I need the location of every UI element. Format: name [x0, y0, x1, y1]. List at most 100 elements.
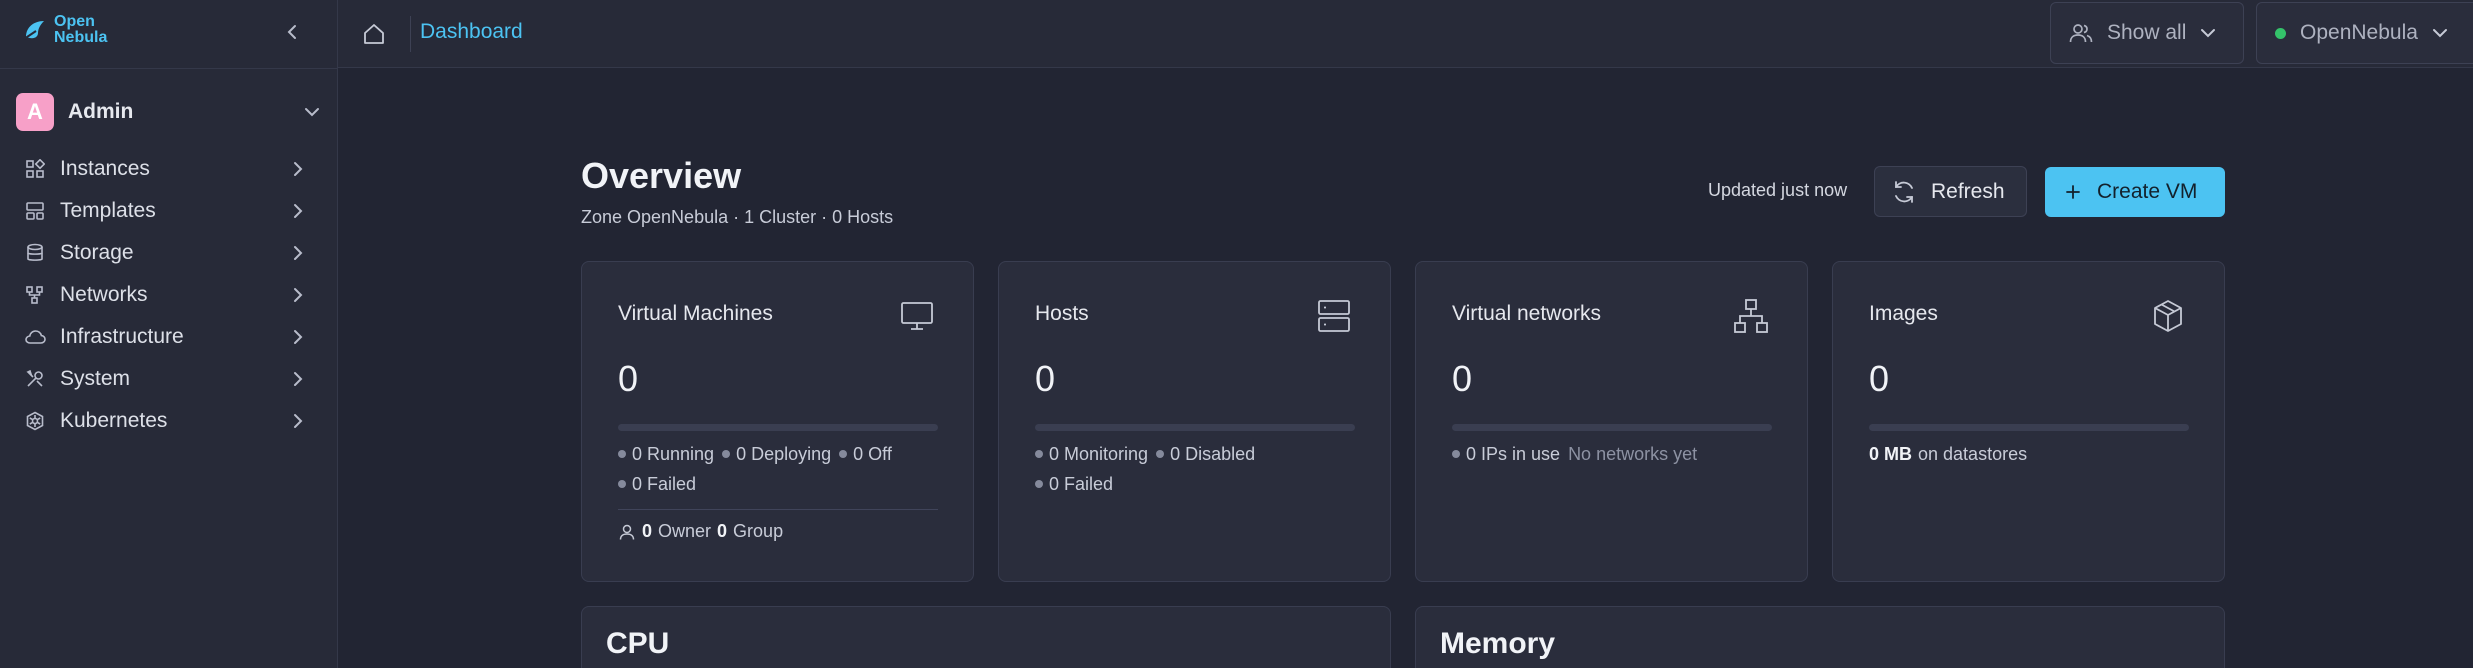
- breadcrumb-divider: [410, 16, 411, 52]
- chevron-right-icon: [288, 369, 308, 389]
- chevron-right-icon: [288, 411, 308, 431]
- stat-text: 0 Failed: [1049, 474, 1114, 494]
- chevron-down-icon: [2201, 29, 2216, 38]
- card-divider: [618, 509, 938, 510]
- sidebar-item-label: Kubernetes: [60, 409, 168, 432]
- breadcrumb-dashboard[interactable]: Dashboard: [420, 20, 523, 44]
- stat-ips-in-use: 0 IPs in use: [1452, 442, 1560, 466]
- stat-failed: 0 Failed: [1035, 472, 1365, 496]
- card-title: Images: [1869, 302, 1938, 325]
- logo-text-open: Open: [54, 13, 95, 30]
- user-icon: [619, 524, 635, 540]
- virtual-networks-card[interactable]: Virtual networks 0 0 IPs in use No netwo…: [1415, 261, 1808, 582]
- chevron-down-icon: [302, 102, 322, 122]
- package-icon: [2154, 300, 2182, 332]
- stat-text: 0 Failed: [632, 474, 697, 494]
- stat-deploying: 0 Deploying: [722, 442, 831, 466]
- zone-status-dot: [2275, 27, 2286, 39]
- stat-failed: 0 Failed: [618, 472, 696, 496]
- datastore-usage: 0 MB on datastores: [1869, 442, 2027, 466]
- cpu-panel: CPU: [581, 606, 1391, 668]
- overview-subtitle: Zone OpenNebula · 1 Cluster · 0 Hosts: [581, 207, 894, 227]
- chevron-right-icon: [288, 243, 308, 263]
- sidebar-item-infrastructure[interactable]: Infrastructure: [0, 316, 338, 358]
- stat-off: 0 Off: [839, 442, 892, 466]
- refresh-icon: [1895, 180, 1913, 203]
- group-label: Group: [733, 521, 784, 541]
- sidebar-item-templates[interactable]: Templates: [0, 190, 338, 232]
- vm-usage-bar: [618, 424, 938, 431]
- vm-states: 0 Running 0 Deploying 0 Off 0 Failed: [618, 442, 948, 496]
- avatar: A: [16, 93, 54, 131]
- stat-disabled: 0 Disabled: [1156, 442, 1255, 466]
- status-dot: [1035, 450, 1043, 458]
- image-stats: 0 MB on datastores: [1869, 442, 2199, 466]
- sidebar-item-label: Instances: [60, 157, 150, 180]
- sidebar-item-instances[interactable]: Instances: [0, 148, 338, 190]
- cpu-title: CPU: [606, 627, 670, 660]
- sidebar-item-label: System: [60, 367, 131, 390]
- status-dot: [1035, 480, 1043, 488]
- nebula-logo-icon: [23, 21, 44, 40]
- top-bar: Dashboard Show all OpenNebula: [338, 0, 2473, 68]
- status-dot: [722, 450, 731, 458]
- database-icon: [24, 242, 46, 264]
- stat-text: 0 IPs in use: [1466, 444, 1561, 464]
- user-name: Admin: [68, 100, 134, 123]
- image-usage-bar: [1869, 424, 2189, 431]
- home-icon: [364, 24, 384, 44]
- opennebula-logo[interactable]: Open Nebula: [22, 14, 107, 46]
- collapse-sidebar-button[interactable]: [280, 18, 304, 46]
- sidebar-item-storage[interactable]: Storage: [0, 232, 338, 274]
- grid-icon: [24, 158, 46, 180]
- stat-text: 0 Running: [632, 444, 715, 464]
- chevron-right-icon: [288, 159, 308, 179]
- sidebar-item-kubernetes[interactable]: Kubernetes: [0, 400, 338, 442]
- chevron-right-icon: [288, 285, 308, 305]
- images-card[interactable]: Images 0 0 MB on datastores: [1832, 261, 2225, 582]
- stat-monitoring: 0 Monitoring: [1035, 442, 1148, 466]
- sidebar-item-label: Networks: [60, 283, 148, 306]
- card-title: Hosts: [1035, 302, 1089, 325]
- owner-count: 0: [642, 521, 653, 541]
- logo-text-nebula: Nebula: [54, 29, 108, 46]
- status-dot: [839, 450, 848, 458]
- users-icon: [2069, 24, 2093, 43]
- vnet-usage-bar: [1452, 424, 1772, 431]
- virtual-machines-card[interactable]: Virtual Machines 0 0 Running 0 Deploying…: [581, 261, 974, 582]
- status-dot: [1156, 450, 1165, 458]
- host-usage-bar: [1035, 424, 1355, 431]
- monitor-icon: [901, 302, 933, 330]
- user-menu[interactable]: A Admin: [16, 93, 322, 131]
- hosts-card[interactable]: Hosts 0 0 Monitoring 0 Disabled 0 Failed: [998, 261, 1391, 582]
- zone-label: OpenNebula: [2300, 21, 2418, 44]
- stat-text: 0 Monitoring: [1049, 444, 1149, 464]
- datastore-suffix: on datastores: [1918, 444, 2028, 464]
- host-states: 0 Monitoring 0 Disabled 0 Failed: [1035, 442, 1365, 496]
- refresh-label: Refresh: [1931, 179, 2005, 203]
- stat-running: 0 Running: [618, 442, 714, 466]
- sidebar-nav: Instances Templates Storage Networks Inf…: [0, 148, 338, 442]
- owner-label: Owner: [658, 521, 712, 541]
- status-dot: [618, 450, 626, 458]
- image-count: 0: [1869, 358, 1890, 399]
- zone-selector-button[interactable]: OpenNebula: [2256, 2, 2473, 64]
- sidebar-divider: [0, 68, 338, 69]
- page-title: Overview: [581, 155, 742, 196]
- status-dot: [1452, 450, 1460, 458]
- vm-count: 0: [618, 358, 639, 399]
- sidebar-item-system[interactable]: System: [0, 358, 338, 400]
- memory-panel: Memory: [1415, 606, 2225, 668]
- show-all-filter-button[interactable]: Show all: [2050, 2, 2244, 64]
- chevron-right-icon: [288, 201, 308, 221]
- sidebar-item-networks[interactable]: Networks: [0, 274, 338, 316]
- home-button[interactable]: [358, 18, 390, 50]
- updated-status: Updated just now: [1708, 180, 1848, 200]
- network-icon: [24, 284, 46, 306]
- vnet-count: 0: [1452, 358, 1473, 399]
- plus-icon: [2066, 185, 2080, 199]
- create-vm-button[interactable]: Create VM: [2045, 167, 2225, 217]
- refresh-button[interactable]: Refresh: [1874, 166, 2027, 217]
- create-vm-label: Create VM: [2097, 180, 2198, 203]
- status-dot: [618, 480, 626, 488]
